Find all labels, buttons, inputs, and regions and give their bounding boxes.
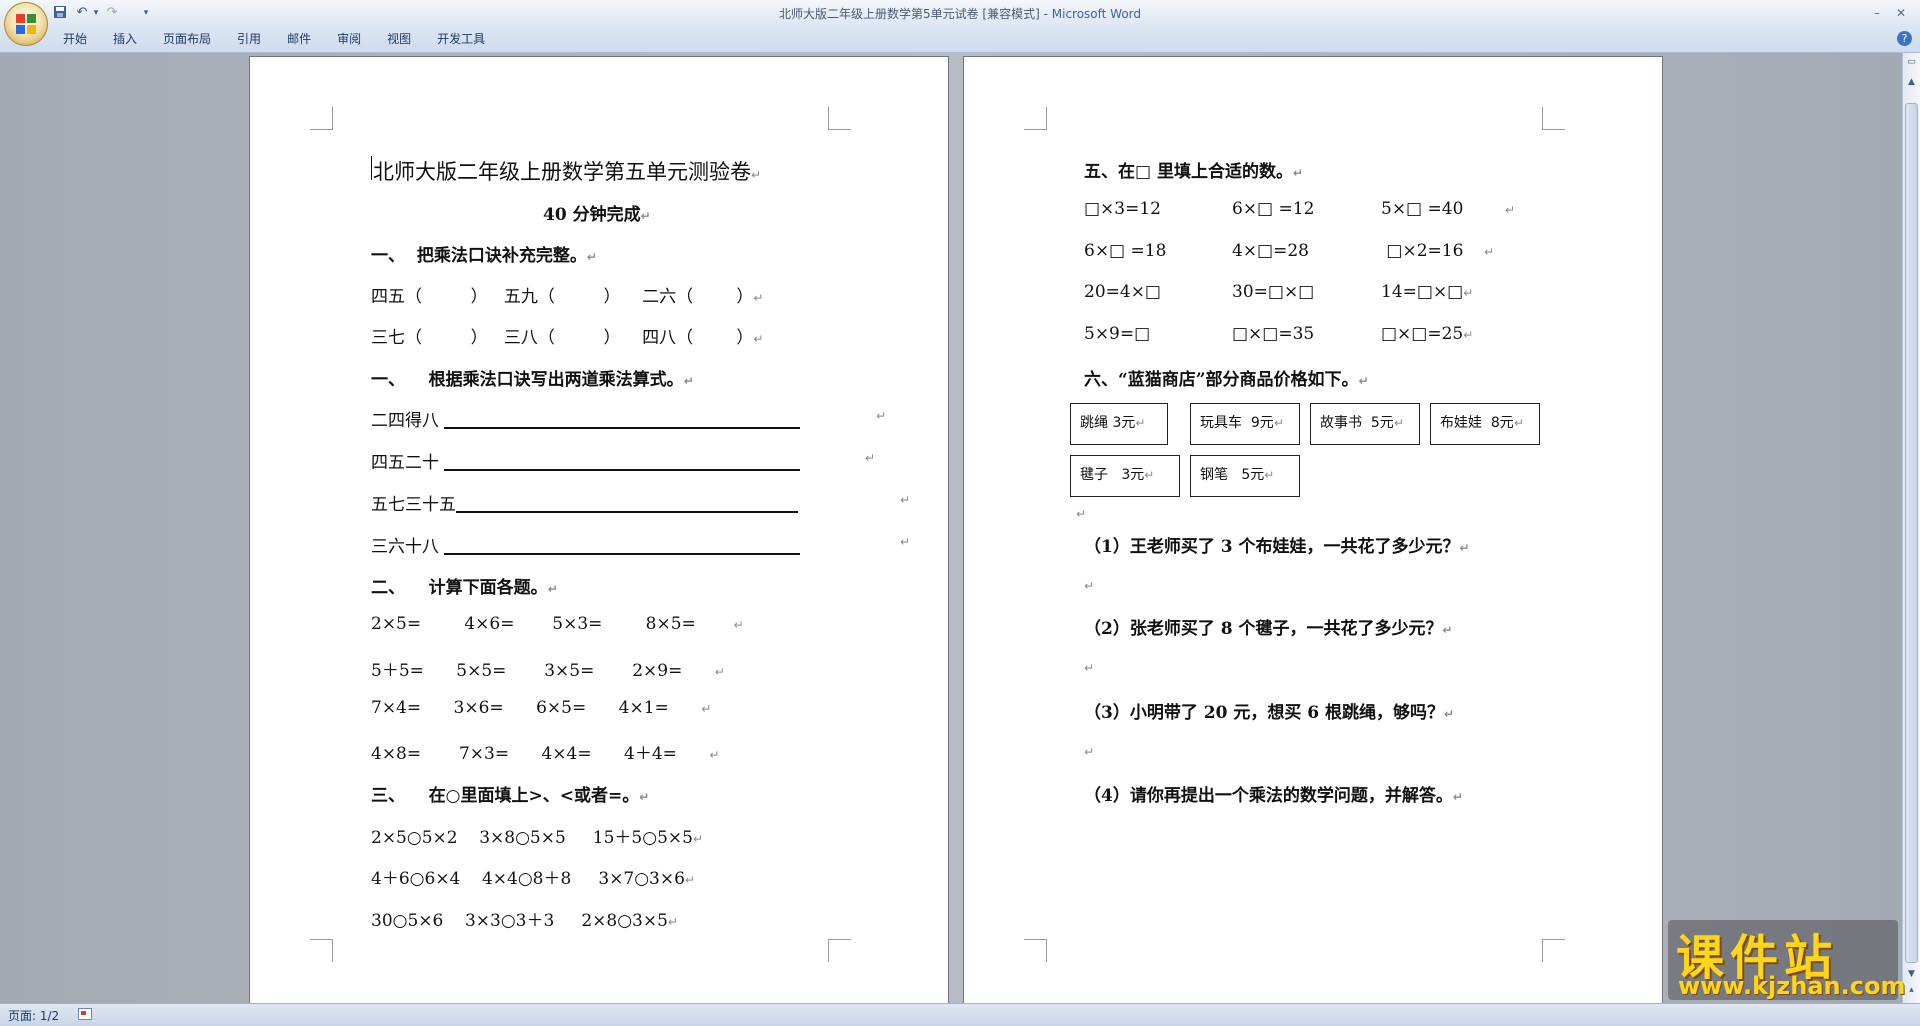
paragraph-mark: ↵ xyxy=(900,493,911,507)
section-1-row: 三七（ ） 三八（ ） 四八（ ）↵ xyxy=(371,328,764,348)
status-bar: 页面: 1/2 xyxy=(0,1003,1920,1026)
office-logo-icon xyxy=(16,14,36,34)
section-4-heading: 三、 在○里面填上>、<或者=。↵ xyxy=(371,786,650,806)
app-name: Microsoft Word xyxy=(1051,7,1142,21)
tab-developer[interactable]: 开发工具 xyxy=(424,26,498,52)
compare-row: 30○5×6 3×3○3＋3 2×8○3×5↵ xyxy=(371,911,678,931)
watermark-logo: 课件站 www.kjzhan.com xyxy=(1668,920,1905,1000)
fill-cell: 5×9=□ xyxy=(1084,324,1151,344)
title-bar: ↶ ▾ ↷ ▾ 北师大版二年级上册数学第5单元试卷 [兼容模式] - Micro… xyxy=(0,0,1920,46)
calc-row: 2×5= 4×6= 5×3= 8×5= ↵ xyxy=(371,614,744,634)
paragraph-mark: ↵ xyxy=(1484,245,1495,259)
page-1[interactable]: 北师大版二年级上册数学第五单元测验卷↵ 40 分钟完成↵ 一、 把乘法口诀补充完… xyxy=(250,57,948,1003)
document-title: 北师大版二年级上册数学第5单元试卷 [兼容模式] - xyxy=(778,7,1052,21)
calc-row: 4×8= 7×3= 4×4= 4＋4= ↵ xyxy=(371,744,720,764)
paragraph-mark: ↵ xyxy=(865,451,876,465)
section-1-heading: 一、 把乘法口诀补充完整。↵ xyxy=(371,246,597,266)
question: （3）小明带了 20 元，想买 6 根跳绳，够吗？↵ xyxy=(1084,703,1455,723)
proofing-icon[interactable] xyxy=(78,1008,92,1020)
price-tag: 钢笔 5元↵ xyxy=(1190,455,1300,497)
section-5-heading: 五、在□ 里填上合适的数。↵ xyxy=(1084,162,1304,182)
tab-insert[interactable]: 插入 xyxy=(100,26,150,52)
paragraph-mark: ↵ xyxy=(1076,507,1087,521)
text-cursor xyxy=(371,156,372,180)
paragraph-mark: ↵ xyxy=(1084,579,1095,593)
tab-page-layout[interactable]: 页面布局 xyxy=(150,26,224,52)
fill-cell: □×2=16 xyxy=(1381,241,1464,261)
crop-mark xyxy=(310,939,333,962)
crop-mark xyxy=(828,939,851,962)
page-2[interactable]: 五、在□ 里填上合适的数。↵ □×3=12 6×□ =12 5×□ =40 ↵ … xyxy=(964,57,1662,1003)
price-tag: 故事书 5元↵ xyxy=(1310,403,1420,445)
paragraph-mark: ↵ xyxy=(1084,745,1095,759)
crop-mark xyxy=(310,107,333,130)
answer-line: 五七三十五 xyxy=(371,490,798,515)
crop-mark xyxy=(1542,107,1565,130)
paragraph-mark: ↵ xyxy=(1084,661,1095,675)
watermark-url: www.kjzhan.com xyxy=(1678,972,1906,1000)
answer-line: 三六十八 xyxy=(371,532,801,557)
tab-mailings[interactable]: 邮件 xyxy=(274,26,324,52)
ribbon-tabs: 开始 插入 页面布局 引用 邮件 审阅 视图 开发工具 xyxy=(50,26,498,52)
question: （2）张老师买了 8 个毽子，一共花了多少元？↵ xyxy=(1084,619,1453,639)
answer-line: 二四得八 xyxy=(371,406,801,431)
price-tag: 跳绳 3元↵ xyxy=(1070,403,1168,445)
tab-view[interactable]: 视图 xyxy=(374,26,424,52)
scroll-down-icon[interactable]: ▼ xyxy=(1904,967,1919,982)
question: （4）请你再提出一个乘法的数学问题，并解答。↵ xyxy=(1084,786,1463,806)
section-1-row: 四五（ ） 五九（ ） 二六（ ）↵ xyxy=(371,287,764,307)
question: （1）王老师买了 3 个布娃娃，一共花了多少元？↵ xyxy=(1084,537,1470,557)
fill-cell: 6×□ =18 xyxy=(1084,241,1167,261)
crop-mark xyxy=(1024,107,1047,130)
fill-cell: □×□=35 xyxy=(1232,324,1315,344)
scrollbar-thumb[interactable] xyxy=(1905,103,1918,963)
vertical-scrollbar[interactable]: ▭ ▲ ▼ ▴ xyxy=(1902,53,1920,1003)
section-3-heading: 二、 计算下面各题。↵ xyxy=(371,578,558,598)
close-icon[interactable]: ✕ xyxy=(1890,4,1912,22)
ribbon-tab-bar: 开始 插入 页面布局 引用 邮件 审阅 视图 开发工具 ? xyxy=(0,26,1920,53)
tab-review[interactable]: 审阅 xyxy=(324,26,374,52)
fill-cell: □×□=25↵ xyxy=(1381,324,1474,344)
fill-cell: □×3=12 xyxy=(1084,199,1161,219)
fill-cell: 6×□ =12 xyxy=(1232,199,1315,219)
ruler-toggle-icon[interactable]: ▭ xyxy=(1904,55,1919,70)
tab-references[interactable]: 引用 xyxy=(224,26,274,52)
office-button[interactable] xyxy=(4,2,48,46)
previous-page-icon[interactable]: ▴ xyxy=(1904,983,1919,998)
fill-cell: 4×□=28 xyxy=(1232,241,1309,261)
fill-cell: 5×□ =40 xyxy=(1381,199,1464,219)
help-icon[interactable]: ? xyxy=(1897,31,1912,46)
fill-cell: 14=□×□↵ xyxy=(1381,282,1474,302)
price-tag: 毽子 3元↵ xyxy=(1070,455,1180,497)
fill-cell: 20=4×□ xyxy=(1084,282,1161,302)
crop-mark xyxy=(1024,939,1047,962)
price-tag: 玩具车 9元↵ xyxy=(1190,403,1300,445)
paragraph-mark: ↵ xyxy=(876,409,887,423)
price-tag: 布娃娃 8元↵ xyxy=(1430,403,1540,445)
section-2-heading: 一、 根据乘法口诀写出两道乘法算式。↵ xyxy=(371,370,694,390)
section-6-heading: 六、“蓝猫商店”部分商品价格如下。↵ xyxy=(1084,370,1369,390)
calc-row: 7×4= 3×6= 6×5= 4×1= ↵ xyxy=(371,698,712,718)
scroll-up-icon[interactable]: ▲ xyxy=(1904,75,1919,90)
paragraph-mark: ↵ xyxy=(900,535,911,549)
document-area[interactable]: 北师大版二年级上册数学第五单元测验卷↵ 40 分钟完成↵ 一、 把乘法口诀补充完… xyxy=(0,53,1902,1003)
answer-line: 四五二十 xyxy=(371,448,801,473)
minimize-icon[interactable]: – xyxy=(1866,4,1888,22)
calc-row: 5＋5= 5×5= 3×5= 2×9= ↵ xyxy=(371,661,725,681)
crop-mark xyxy=(1542,939,1565,962)
crop-mark xyxy=(828,107,851,130)
document-title: 北师大版二年级上册数学第五单元测验卷↵ xyxy=(373,160,762,184)
compare-row: 2×5○5×2 3×8○5×5 15＋5○5×5↵ xyxy=(371,828,704,848)
fill-cell: 30=□×□ xyxy=(1232,282,1315,302)
paragraph-mark: ↵ xyxy=(1505,203,1516,217)
page-count-status[interactable]: 页面: 1/2 xyxy=(8,1007,59,1024)
subtitle: 40 分钟完成↵ xyxy=(543,205,651,225)
window-title: 北师大版二年级上册数学第5单元试卷 [兼容模式] - Microsoft Wor… xyxy=(0,5,1920,22)
compare-row: 4＋6○6×4 4×4○8＋8 3×7○3×6↵ xyxy=(371,869,695,889)
tab-home[interactable]: 开始 xyxy=(50,26,100,52)
